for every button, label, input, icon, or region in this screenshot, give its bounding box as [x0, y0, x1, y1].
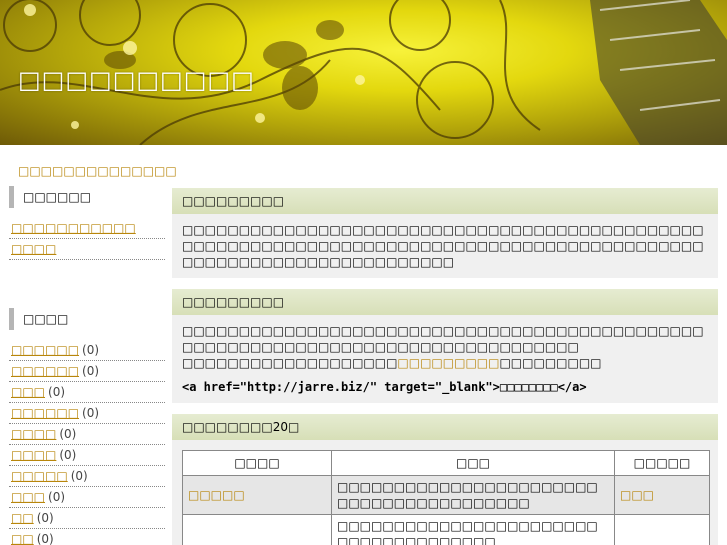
category-count: (0)	[36, 532, 54, 545]
inline-link[interactable]: □□□□□□□□□	[397, 356, 499, 370]
page: □□□□□□□□□□ □□□□□□□□□□□□□□ □□□□□□ □□□□□□□…	[0, 0, 727, 545]
category-count: (0)	[48, 490, 66, 504]
category-item: □□ (0)	[9, 529, 165, 545]
link-info-line-1: □□□□□□□□□□□□□□□□□□□□□□□□□□□□□□□□□□□□□□□□…	[182, 324, 704, 338]
category-cell	[614, 514, 710, 545]
link-info-text: □□□□□□□□□□□□□□□□□□□	[182, 356, 398, 370]
sidebar: □□□□□□ □□□□□□□□□□□ □□□□ □□□□ □□□□□□ (0) □…	[9, 186, 165, 545]
sidebar-heading-1: □□□□□□	[9, 186, 165, 208]
table-row: □□□□□ □□□□□□□□□□□□□□□□□□□□□□□□□□□□□□□□□□…	[182, 475, 710, 515]
sidebar-heading-2: □□□□	[9, 308, 165, 330]
link-info-line-2: □□□□□□□□□□□□□□□□□□□□□□□□□□□□□□□□□□□	[182, 340, 579, 354]
category-item: □□□□□□ (0)	[9, 403, 165, 424]
category-link[interactable]: □□□	[11, 385, 45, 399]
site-tagline: □□□□□□□□□□□□□□	[18, 164, 177, 178]
category-link[interactable]: □□□□□□	[11, 364, 79, 378]
category-item: □□ (0)	[9, 508, 165, 529]
sidebar-link[interactable]: □□□□□□□□□□□	[11, 221, 136, 235]
category-link[interactable]: □□□□□□	[11, 343, 79, 357]
recent-box: □□□□□□□□20□ □□□□ □□□ □□□□□ □□□□□ □□□□□□□…	[172, 414, 718, 545]
category-link[interactable]: □□□□□	[11, 469, 68, 483]
category-link[interactable]: □□□□	[11, 427, 56, 441]
category-count: (0)	[82, 364, 100, 378]
category-count: (0)	[48, 385, 66, 399]
table-header-row: □□□□ □□□ □□□□□	[182, 450, 710, 476]
column-header: □□□□□	[614, 450, 710, 476]
table-row: □□□□□□□□□□□□□□□□□□□□□□□□□□□□□□□□□□□□□	[182, 514, 710, 545]
recent-box-body: □□□□ □□□ □□□□□ □□□□□ □□□□□□□□□□□□□□□□□□□…	[172, 440, 718, 545]
category-item: □□□ (0)	[9, 487, 165, 508]
code-text: □□□□□□□□	[499, 380, 558, 394]
category-item: □□□ (0)	[9, 382, 165, 403]
code-close-tag: </a>	[557, 380, 587, 394]
recent-box-heading: □□□□□□□□20□	[172, 414, 718, 440]
category-cell-link[interactable]: □□□	[620, 488, 654, 502]
category-link[interactable]: □□	[11, 511, 34, 525]
description-cell: □□□□□□□□□□□□□□□□□□□□□□□□□□□□□□□□□□□□□	[331, 514, 615, 545]
sidebar-item: □□□□□□□□□□□	[9, 218, 165, 239]
category-item: □□□□□□ (0)	[9, 340, 165, 361]
category-link[interactable]: □□	[11, 532, 34, 545]
category-item: □□□□□ (0)	[9, 466, 165, 487]
category-count: (0)	[59, 448, 77, 462]
sidebar-link[interactable]: □□□□	[11, 242, 56, 256]
category-count: (0)	[82, 406, 100, 420]
about-box-heading: □□□□□□□□□	[172, 188, 718, 214]
link-info-heading: □□□□□□□□□	[172, 289, 718, 315]
category-link[interactable]: □□□□□□	[11, 406, 79, 420]
site-title[interactable]: □□□□□□□□□□	[18, 66, 255, 94]
header-banner: □□□□□□□□□□	[0, 0, 727, 145]
category-cell: □□□	[614, 475, 710, 515]
category-count: (0)	[36, 511, 54, 525]
link-info-text: □□□□□□□□□	[499, 356, 602, 370]
sidebar-item: □□□□	[9, 239, 165, 260]
main-content: □□□□□□□□□ □□□□□□□□□□□□□□□□□□□□□□□□□□□□□□…	[172, 188, 718, 545]
about-box: □□□□□□□□□ □□□□□□□□□□□□□□□□□□□□□□□□□□□□□□…	[172, 188, 718, 278]
category-item: □□□□ (0)	[9, 445, 165, 466]
description-cell: □□□□□□□□□□□□□□□□□□□□□□□□□□□□□□□□□□□□□□□□	[331, 475, 615, 515]
link-info-line-3: □□□□□□□□□□□□□□□□□□□□□□□□□□□□□□□□□□□□□	[182, 355, 708, 371]
sidebar-menu-list: □□□□□□□□□□□ □□□□	[9, 218, 165, 260]
about-box-text: □□□□□□□□□□□□□□□□□□□□□□□□□□□□□□□□□□□□□□□□…	[172, 214, 718, 278]
link-info-body: □□□□□□□□□□□□□□□□□□□□□□□□□□□□□□□□□□□□□□□□…	[172, 315, 718, 403]
recent-table: □□□□ □□□ □□□□□ □□□□□ □□□□□□□□□□□□□□□□□□□…	[182, 450, 710, 545]
code-open-tag: <a href="http://jarre.biz/" target="_bla…	[182, 380, 500, 394]
site-name-cell	[182, 514, 332, 545]
category-link[interactable]: □□□□	[11, 448, 56, 462]
category-list: □□□□□□ (0) □□□□□□ (0) □□□ (0) □□□□□□ (0) □□□…	[9, 340, 165, 545]
category-count: (0)	[82, 343, 100, 357]
category-count: (0)	[59, 427, 77, 441]
category-count: (0)	[70, 469, 88, 483]
category-item: □□□□ (0)	[9, 424, 165, 445]
category-link[interactable]: □□□	[11, 490, 45, 504]
site-name-link[interactable]: □□□□□	[188, 488, 245, 502]
site-name-cell: □□□□□	[182, 475, 332, 515]
link-code-snippet[interactable]: <a href="http://jarre.biz/" target="_bla…	[182, 379, 708, 395]
column-header: □□□	[331, 450, 615, 476]
category-item: □□□□□□ (0)	[9, 361, 165, 382]
link-info-box: □□□□□□□□□ □□□□□□□□□□□□□□□□□□□□□□□□□□□□□□…	[172, 289, 718, 403]
column-header: □□□□	[182, 450, 332, 476]
